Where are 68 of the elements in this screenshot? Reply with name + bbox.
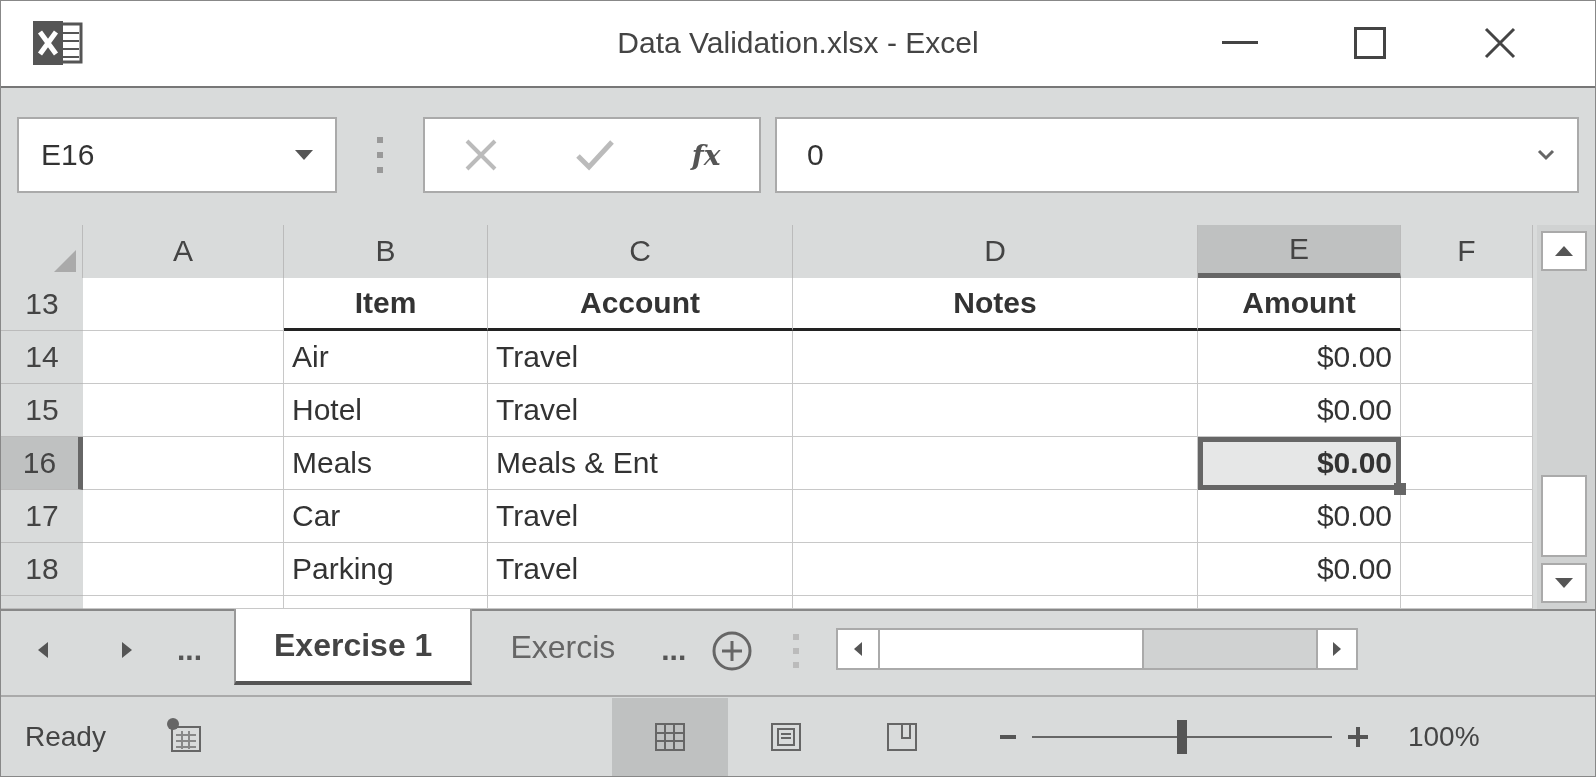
horizontal-scrollbar[interactable] xyxy=(836,628,1359,671)
row-header[interactable]: 16 xyxy=(1,436,83,490)
right-arrow-icon xyxy=(1333,642,1342,657)
page-break-view-icon xyxy=(885,721,918,752)
grip-icon xyxy=(792,633,801,670)
table-cell: $0.00 xyxy=(1198,489,1401,543)
column-heading: Amount xyxy=(1198,277,1401,331)
more-sheets-button[interactable]: ... xyxy=(653,633,695,668)
table-cell: Car xyxy=(284,489,488,543)
column-header[interactable]: F xyxy=(1401,224,1533,278)
column-heading: Item xyxy=(284,277,488,331)
grid-view-icon xyxy=(653,721,686,752)
column-header[interactable]: E xyxy=(1198,224,1401,278)
chevron-down-icon xyxy=(1537,149,1555,162)
sheet-tab[interactable]: Exercis xyxy=(472,609,654,686)
right-arrow-icon xyxy=(122,642,132,659)
down-arrow-icon xyxy=(1555,578,1573,589)
macro-record-icon[interactable] xyxy=(165,716,202,753)
column-header[interactable]: A xyxy=(83,224,284,278)
table-cell: Meals xyxy=(284,436,488,490)
table-cell: Travel xyxy=(488,383,793,437)
column-header[interactable]: B xyxy=(284,224,488,278)
add-sheet-icon[interactable] xyxy=(712,631,753,672)
vertical-scrollbar[interactable] xyxy=(1537,224,1595,610)
scroll-left-button[interactable] xyxy=(838,630,879,669)
formula-field[interactable]: 0 xyxy=(775,117,1579,194)
left-arrow-icon xyxy=(38,642,48,659)
column-header[interactable]: C xyxy=(488,224,793,278)
excel-logo-icon xyxy=(33,20,83,67)
up-arrow-icon xyxy=(1555,245,1573,256)
corner-triangle-icon xyxy=(54,249,76,272)
table-cell: Travel xyxy=(488,489,793,543)
window-title: Data Validation.xlsx - Excel xyxy=(617,26,979,60)
maximize-icon xyxy=(1354,27,1386,60)
table-cell: $0.00 xyxy=(1198,330,1401,384)
sheet-tab[interactable]: Exercise 1 xyxy=(234,609,473,686)
minimize-icon xyxy=(1222,41,1258,46)
table-cell: Travel xyxy=(488,542,793,596)
more-sheets-button[interactable]: ... xyxy=(169,633,210,668)
page-view-icon xyxy=(769,721,802,752)
close-icon xyxy=(1484,27,1516,60)
scroll-down-button[interactable] xyxy=(1541,563,1587,604)
column-heading: Account xyxy=(488,277,793,331)
scroll-up-button[interactable] xyxy=(1541,230,1587,271)
name-box[interactable]: E16 xyxy=(17,117,337,194)
zoom-level[interactable]: 100% xyxy=(1407,720,1480,753)
table-cell: $0.00 xyxy=(1198,542,1401,596)
table-cell: Hotel xyxy=(284,383,488,437)
left-arrow-icon xyxy=(854,642,863,657)
table-cell: Parking xyxy=(284,542,488,596)
scroll-right-button[interactable] xyxy=(1316,630,1357,669)
insert-function-button[interactable]: fx xyxy=(691,138,721,172)
table-cell: Travel xyxy=(488,330,793,384)
view-button[interactable] xyxy=(611,697,728,776)
dropdown-caret-icon xyxy=(295,150,313,161)
table-cell: Air xyxy=(284,330,488,384)
check-icon[interactable] xyxy=(574,138,615,173)
fill-handle[interactable] xyxy=(1394,482,1406,495)
table-cell: Meals & Ent xyxy=(488,436,793,490)
minus-icon[interactable] xyxy=(999,734,1016,739)
grip-icon xyxy=(375,135,385,176)
plus-icon[interactable] xyxy=(1347,726,1368,747)
status-text: Ready xyxy=(25,720,106,753)
column-heading: Notes xyxy=(793,277,1198,331)
table-cell: $0.00 xyxy=(1198,383,1401,437)
scroll-thumb[interactable] xyxy=(1541,475,1587,558)
slider-thumb[interactable] xyxy=(1176,719,1187,754)
scroll-thumb[interactable] xyxy=(878,630,1145,669)
